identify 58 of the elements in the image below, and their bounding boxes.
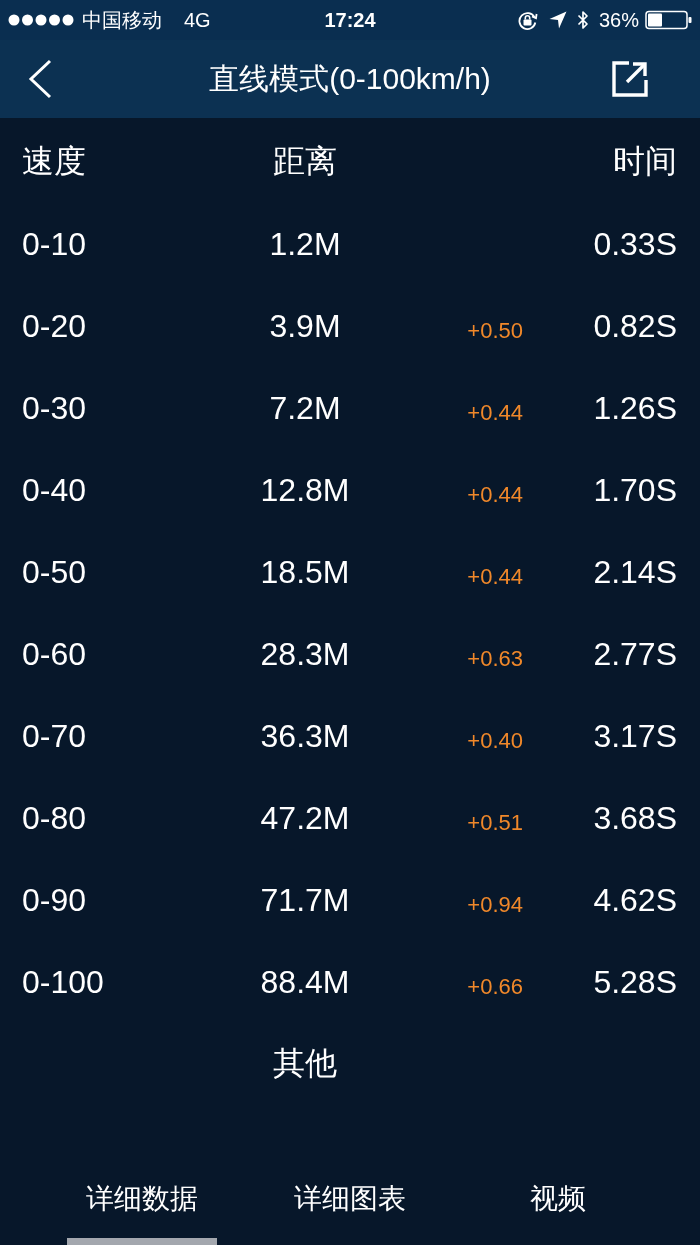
table-cell: 2.14S [593,553,677,591]
table-cell: 1.70S [593,471,677,509]
section-heading: 其他 [273,1044,337,1083]
tab[interactable]: 视频 [483,1160,633,1245]
chevron-left-icon [28,59,52,99]
network-type: 4G [184,8,211,32]
page-title: 直线模式(0-100km/h) [209,60,491,97]
table-cell: 0-60 [22,635,87,673]
table-cell: 3.9M [269,307,341,345]
signal-icon [8,14,74,26]
table-cell: 0-20 [22,307,87,345]
table-cell: 0-80 [22,799,87,837]
time-delta: +0.94 [467,892,523,918]
time-delta: +0.44 [467,564,523,590]
table-cell: 71.7M [260,881,350,919]
table-cell: 0-70 [22,717,87,755]
table-cell: 3.68S [593,799,677,837]
table-cell: 0-50 [22,553,87,591]
time-delta: +0.44 [467,482,523,508]
carrier-name: 中国移动 [82,7,162,33]
table-cell: 0-100 [22,963,104,1001]
time-delta: +0.51 [467,810,523,836]
battery-percentage: 36% [598,8,639,32]
table-cell: 18.5M [260,553,350,591]
table-cell: 0-90 [22,881,87,919]
table-cell: 12.8M [260,471,350,509]
time-delta: +0.44 [467,400,523,426]
location-arrow-icon [548,11,567,29]
rotation-lock-icon [516,9,538,31]
time-delta: +0.40 [467,728,523,754]
column-header: 速度 [22,142,86,181]
table-cell: 1.26S [593,389,677,427]
tab[interactable]: 详细图表 [275,1160,425,1245]
table-cell: 0.82S [593,307,677,345]
column-header: 时间 [613,142,677,181]
status-time: 17:24 [324,8,376,32]
time-delta: +0.50 [467,318,523,344]
table-cell: 7.2M [269,389,341,427]
table-cell: 47.2M [260,799,350,837]
table-cell: 0-40 [22,471,87,509]
table-cell: 0-10 [22,225,87,263]
table-cell: 2.77S [593,635,677,673]
table-cell: 4.62S [593,881,677,919]
tab[interactable]: 详细数据 [67,1160,217,1245]
table-cell: 0-30 [22,389,87,427]
table-cell: 36.3M [260,717,350,755]
time-delta: +0.63 [467,646,523,672]
table-cell: 88.4M [260,963,350,1001]
table-cell: 3.17S [593,717,677,755]
table-cell: 28.3M [260,635,350,673]
share-icon [612,61,648,97]
bluetooth-icon [576,10,589,30]
table-cell: 0.33S [593,225,677,263]
table-cell: 1.2M [269,225,341,263]
table-cell: 5.28S [593,963,677,1001]
column-header: 距离 [273,142,337,181]
time-delta: +0.66 [467,974,523,1000]
battery-icon [645,10,692,30]
